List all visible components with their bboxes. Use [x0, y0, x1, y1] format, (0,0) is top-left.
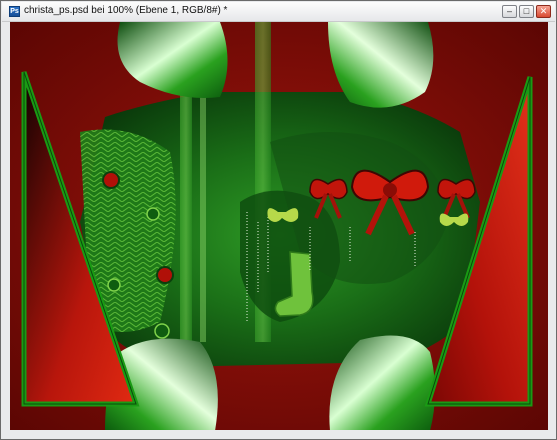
- photoshop-document-icon: Ps: [9, 6, 20, 17]
- minimize-button[interactable]: ‒: [502, 5, 517, 18]
- window-controls: ‒ □ ✕: [502, 5, 551, 19]
- close-button[interactable]: ✕: [536, 5, 551, 18]
- christmas-artwork: [10, 22, 548, 431]
- window-title: christa_ps.psd bei 100% (Ebene 1, RGB/8#…: [24, 5, 228, 16]
- title-bar[interactable]: Ps christa_ps.psd bei 100% (Ebene 1, RGB…: [2, 2, 555, 22]
- maximize-button[interactable]: □: [519, 5, 534, 18]
- window-bottom-edge: [2, 430, 555, 438]
- document-canvas[interactable]: [10, 22, 548, 431]
- document-window: Ps christa_ps.psd bei 100% (Ebene 1, RGB…: [0, 0, 557, 440]
